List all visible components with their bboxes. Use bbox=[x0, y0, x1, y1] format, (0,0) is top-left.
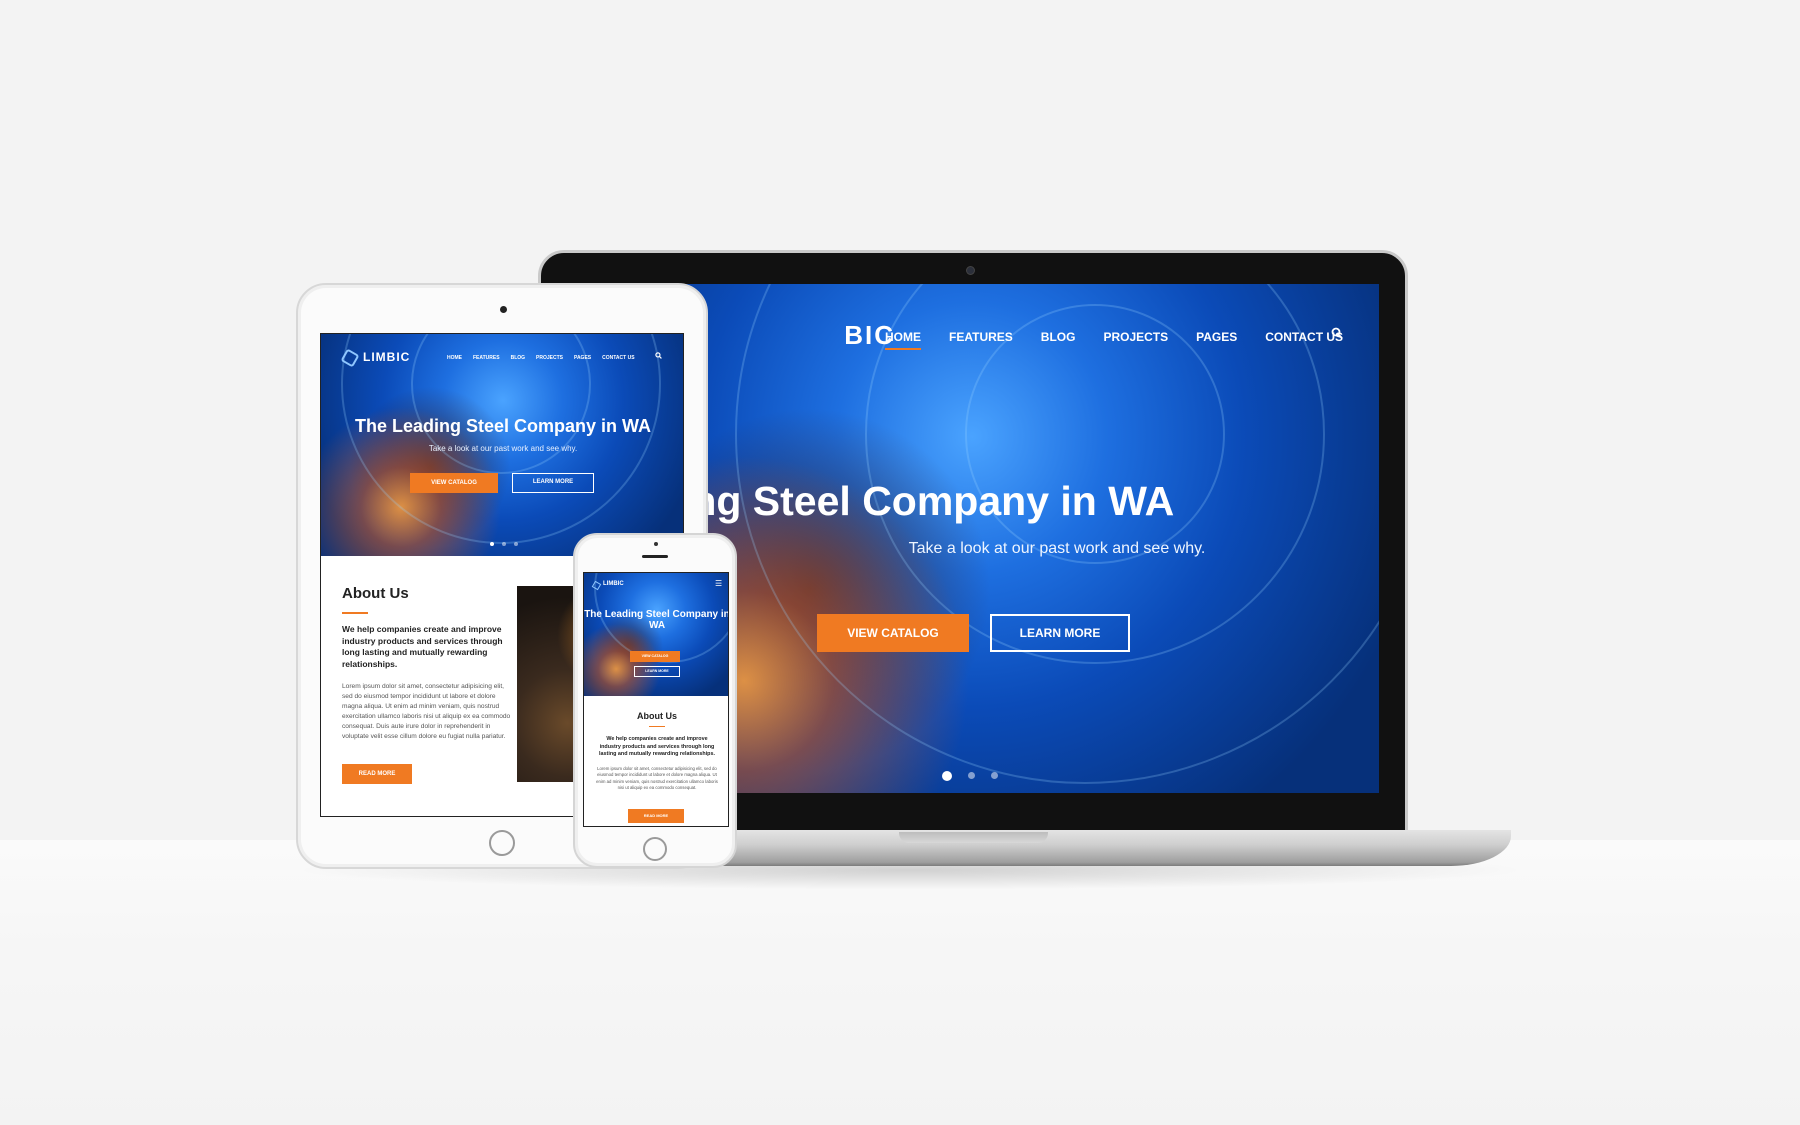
nav-pages[interactable]: PAGES bbox=[1196, 330, 1237, 344]
phone-home-button[interactable] bbox=[643, 837, 667, 861]
nav-home[interactable]: HOME bbox=[447, 355, 462, 361]
learn-more-button[interactable]: LEARN MORE bbox=[512, 473, 594, 493]
read-more-button[interactable]: READ MORE bbox=[342, 764, 412, 784]
read-more-button[interactable]: READ MORE bbox=[628, 809, 684, 823]
tablet-home-button[interactable] bbox=[489, 830, 515, 856]
learn-more-button[interactable]: LEARN MORE bbox=[990, 614, 1130, 652]
phone-screen: LIMBIC ☰ The Leading Steel Company in WA… bbox=[583, 572, 729, 827]
view-catalog-button[interactable]: VIEW CATALOG bbox=[630, 651, 680, 662]
about-title: About Us bbox=[342, 585, 409, 602]
slider-dot-2[interactable] bbox=[968, 772, 975, 779]
slider-dot-3[interactable] bbox=[514, 542, 518, 546]
phone-hero: LIMBIC ☰ The Leading Steel Company in WA… bbox=[584, 573, 729, 696]
site-logo[interactable]: LIMBIC bbox=[363, 350, 410, 364]
nav-blog[interactable]: BLOG bbox=[1041, 330, 1076, 344]
nav-projects[interactable]: PROJECTS bbox=[536, 355, 563, 361]
site-logo[interactable]: BIC bbox=[685, 320, 895, 350]
phone-speaker bbox=[642, 555, 668, 558]
about-body: Lorem ipsum dolor sit amet, consectetur … bbox=[596, 766, 718, 790]
view-catalog-button[interactable]: VIEW CATALOG bbox=[410, 473, 498, 493]
tablet-hero: LIMBIC HOME FEATURES BLOG PROJECTS PAGES… bbox=[321, 334, 683, 556]
search-icon[interactable] bbox=[655, 352, 662, 361]
title-underline bbox=[342, 612, 368, 614]
title-underline bbox=[649, 726, 665, 727]
learn-more-button[interactable]: LEARN MORE bbox=[634, 666, 680, 677]
hamburger-icon[interactable]: ☰ bbox=[715, 579, 722, 588]
nav-features[interactable]: FEATURES bbox=[473, 355, 500, 361]
phone-camera bbox=[654, 542, 658, 546]
nav-blog[interactable]: BLOG bbox=[511, 355, 525, 361]
about-title: About Us bbox=[637, 711, 677, 721]
slider-dots bbox=[942, 771, 998, 781]
slider-dot-3[interactable] bbox=[991, 772, 998, 779]
main-nav: HOME FEATURES BLOG PROJECTS PAGES CONTAC… bbox=[885, 330, 1371, 350]
nav-projects[interactable]: PROJECTS bbox=[1103, 330, 1168, 344]
search-icon[interactable] bbox=[1331, 327, 1345, 341]
site-logo[interactable]: LIMBIC bbox=[603, 581, 624, 587]
nav-pages[interactable]: PAGES bbox=[574, 355, 591, 361]
laptop-camera bbox=[966, 266, 975, 275]
slider-dots bbox=[490, 542, 518, 546]
slider-dot-1[interactable] bbox=[942, 771, 952, 781]
view-catalog-button[interactable]: VIEW CATALOG bbox=[817, 614, 969, 652]
hero-title: The Leading Steel Company in WA bbox=[584, 609, 729, 631]
hero-title: The Leading Steel Company in WA bbox=[354, 416, 652, 436]
nav-features[interactable]: FEATURES bbox=[949, 330, 1013, 344]
hero-subtitle: Take a look at our past work and see why… bbox=[428, 444, 578, 453]
main-nav: HOME FEATURES BLOG PROJECTS PAGES CONTAC… bbox=[447, 355, 646, 361]
laptop-notch bbox=[899, 832, 1048, 843]
nav-home[interactable]: HOME bbox=[885, 330, 921, 350]
nav-contact-us[interactable]: CONTACT US bbox=[602, 355, 634, 361]
about-lead: We help companies create and improve ind… bbox=[342, 624, 503, 669]
about-body: Lorem ipsum dolor sit amet, consectetur … bbox=[342, 683, 511, 740]
about-lead: We help companies create and improve ind… bbox=[599, 736, 715, 757]
slider-dot-1[interactable] bbox=[490, 542, 494, 546]
tablet-camera bbox=[500, 306, 507, 313]
slider-dot-2[interactable] bbox=[502, 542, 506, 546]
